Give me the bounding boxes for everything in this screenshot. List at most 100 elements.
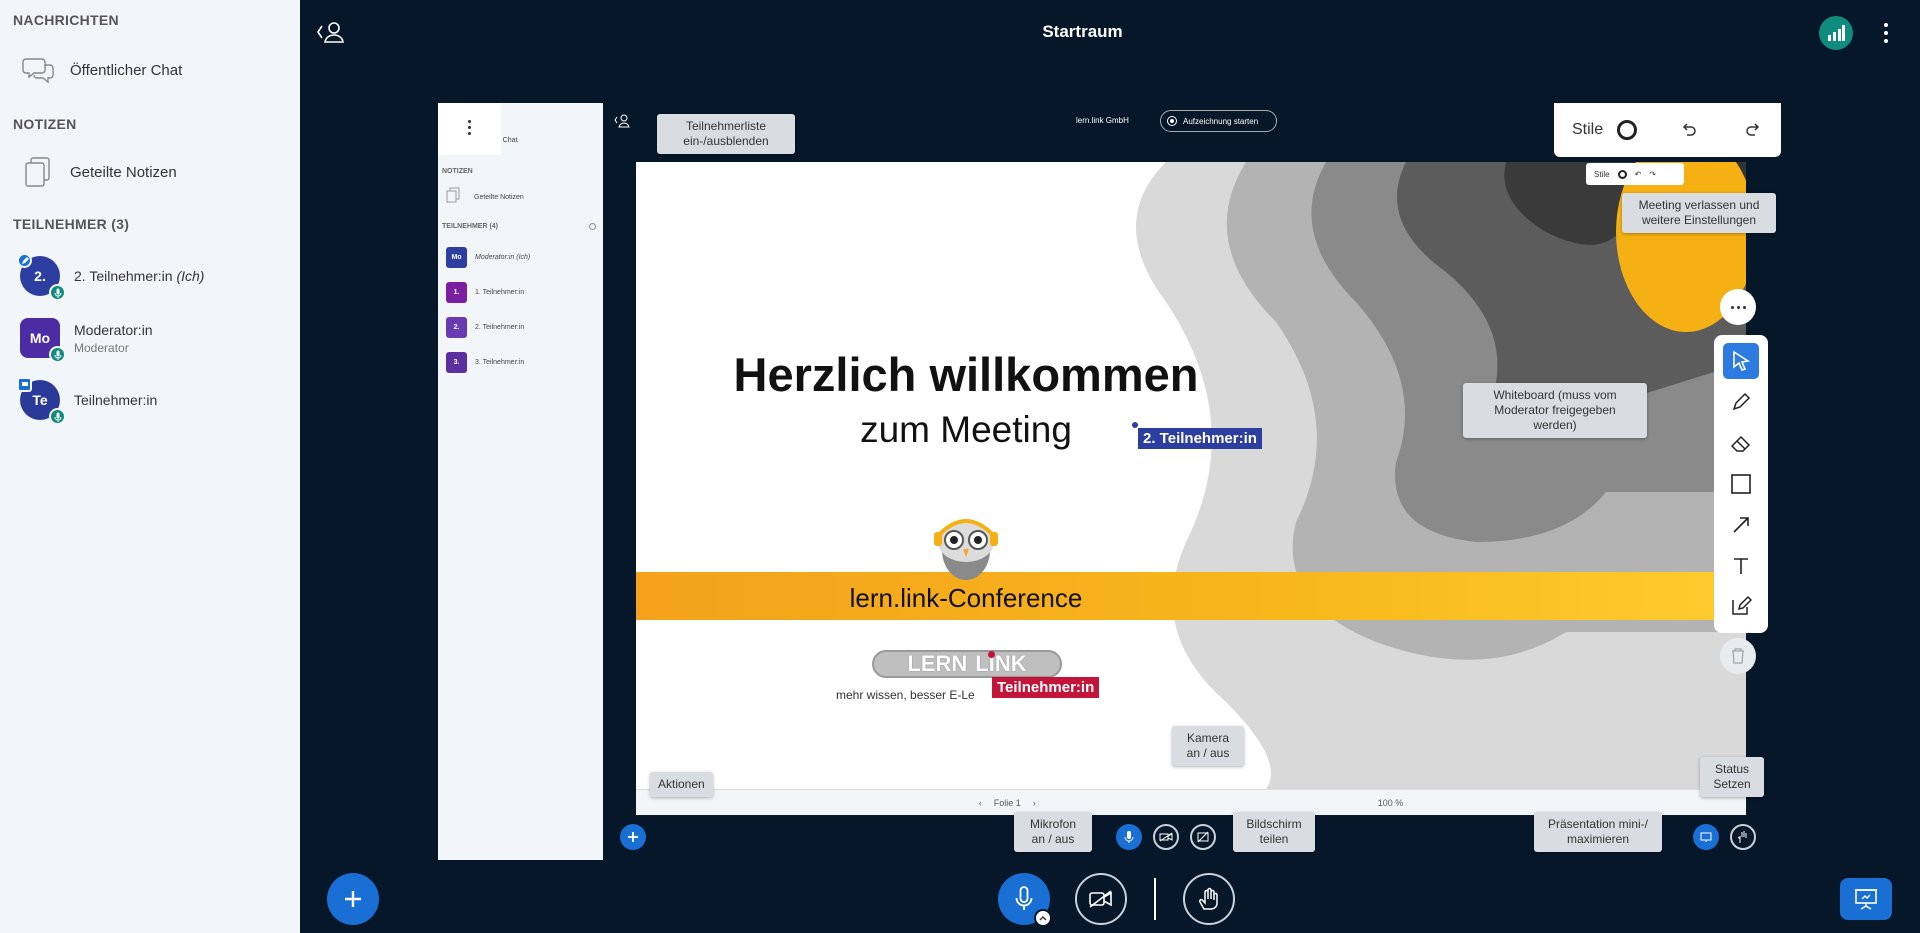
mini-avatar-initials: 3. <box>453 359 460 366</box>
mini-status-button <box>1730 824 1756 850</box>
tooltip-presentation: Präsentation mini-/ maximieren <box>1534 812 1662 852</box>
notes-icon <box>20 154 56 190</box>
conference-name: lern.link-Conference <box>849 583 1083 613</box>
mini-stroke-icon <box>1617 169 1627 179</box>
tooltip-screenshare: Bildschirm teilen <box>1233 812 1315 852</box>
tooltip-actions: Aktionen <box>650 772 713 797</box>
mini-notes-header: NOTIZEN <box>442 168 473 175</box>
tooltip-status: Status Setzen <box>1700 757 1764 797</box>
mini-avatar: 1. <box>446 282 467 303</box>
whiteboard-toolbar <box>1714 335 1768 633</box>
mini-user-name: 1. Teilnehmer:in <box>475 289 525 296</box>
logo-right-text: LINK <box>975 651 1027 676</box>
mini-avatar-initials: 2. <box>453 324 460 331</box>
user-name: Teilnehmer:in <box>74 392 158 408</box>
zoom-level: 100 % <box>1377 797 1404 808</box>
raise-hand-button[interactable] <box>1183 873 1235 925</box>
eraser-tool[interactable] <box>1723 425 1759 461</box>
user-list-item[interactable]: 2. 2. Teilnehmer:in (Ich) <box>0 248 300 304</box>
mini-avatar: 2. <box>446 317 467 338</box>
rectangle-icon <box>1731 474 1751 494</box>
shared-notes-label: Geteilte Notizen <box>70 163 177 181</box>
toolbar-divider <box>1154 878 1156 920</box>
tooltip-mic: Mikrofon an / aus <box>1014 812 1092 852</box>
prev-slide-icon[interactable]: ‹ <box>979 798 982 808</box>
mini-actions-button <box>620 824 646 850</box>
logo-tagline: mehr wissen, besser E-Le <box>836 688 975 702</box>
next-slide-icon[interactable]: › <box>1033 798 1036 808</box>
mini-camera-button <box>1153 824 1179 850</box>
camera-off-icon <box>1159 832 1173 842</box>
logo-left-text: LERN <box>907 651 968 676</box>
hand-icon <box>1737 831 1747 843</box>
cursor-arrow-icon <box>1733 350 1751 372</box>
stroke-style-icon[interactable] <box>1617 120 1638 140</box>
self-tag: (Ich) <box>176 268 205 284</box>
mini-participants-header: TEILNEHMER (4) <box>442 223 498 230</box>
whiteboard-delete-button[interactable] <box>1720 638 1756 674</box>
signal-bars-icon <box>1828 25 1845 41</box>
actions-button[interactable] <box>327 873 379 925</box>
whiteboard-more-button[interactable] <box>1720 289 1756 325</box>
avatar-initials: Te <box>32 392 48 408</box>
pencil-icon <box>1732 393 1751 411</box>
user-list-item[interactable]: Mo Moderator:in Moderator <box>0 310 300 366</box>
mini-avatar-initials: Mo <box>451 254 462 261</box>
tooltip-leave-meeting: Meeting verlassen und weitere Einstellun… <box>1622 193 1776 233</box>
mini-screenshare-button <box>1190 824 1216 850</box>
mini-user-icon <box>614 114 630 128</box>
mini-avatar-initials: 1. <box>453 289 460 296</box>
audio-settings-icon[interactable] <box>1034 909 1052 927</box>
arrow-tool[interactable] <box>1723 507 1759 543</box>
notes-header: NOTIZEN <box>13 116 77 132</box>
rectangle-tool[interactable] <box>1723 466 1759 502</box>
text-tool[interactable] <box>1723 548 1759 584</box>
options-menu-button[interactable] <box>1876 17 1896 49</box>
record-icon <box>1167 116 1177 126</box>
participants-header: TEILNEHMER (3) <box>13 216 130 232</box>
owl-mascot-icon <box>934 519 998 580</box>
user-name-text: Moderator:in <box>74 321 153 338</box>
slide-select[interactable]: Folie 1 <box>994 798 1021 808</box>
presentation-toggle-button[interactable] <box>1840 878 1892 920</box>
mini-gear-icon <box>588 222 597 231</box>
note-tool[interactable] <box>1723 588 1759 624</box>
microphone-button[interactable] <box>998 873 1052 927</box>
mini-menu-button[interactable] <box>438 103 501 155</box>
mini-presentation-button <box>1693 824 1719 850</box>
tooltip-camera: Kamera an / aus <box>1172 726 1244 766</box>
slide-title: Herzlich willkommen <box>733 348 1199 401</box>
mini-record-button: Aufzeichnung starten <box>1160 110 1277 132</box>
microphone-icon <box>49 408 66 425</box>
avatar: 2. <box>17 253 66 301</box>
hand-icon <box>1199 887 1218 910</box>
slide-background-art <box>1136 162 1746 789</box>
pencil-tool[interactable] <box>1723 384 1759 420</box>
select-tool[interactable] <box>1723 343 1759 380</box>
embedded-sidebar: licher Chat NOTIZEN Geteilte Notizen TEI… <box>438 103 603 860</box>
mini-undo-icon: ↶ <box>1634 169 1642 179</box>
shared-notes-item[interactable]: Geteilte Notizen <box>0 150 300 194</box>
user-name-text: 2. Teilnehmer:in <box>74 268 173 284</box>
screen-share-off-icon <box>1197 831 1209 843</box>
undo-icon[interactable] <box>1681 122 1697 138</box>
user-list-sidebar: NACHRICHTEN Öffentlicher Chat NOTIZEN Ge… <box>0 0 300 933</box>
microphone-icon <box>1124 831 1134 843</box>
user-name: 2. Teilnehmer:in (Ich) <box>74 268 204 284</box>
mini-redo-icon: ↷ <box>1649 169 1656 179</box>
public-chat-item[interactable]: Öffentlicher Chat <box>0 48 300 92</box>
mini-record-label: Aufzeichnung starten <box>1183 116 1259 126</box>
plus-icon <box>628 832 638 842</box>
mini-mic-button <box>1116 824 1142 850</box>
user-list-item[interactable]: Te Teilnehmer:in <box>0 372 300 428</box>
room-title: Startraum <box>1042 22 1123 41</box>
avatar: Mo <box>20 318 66 363</box>
public-chat-label: Öffentlicher Chat <box>70 61 183 79</box>
whiteboard-styles-panel: Stile <box>1554 103 1781 157</box>
connection-status-button[interactable] <box>1819 16 1853 50</box>
redo-icon[interactable] <box>1745 122 1761 138</box>
camera-button[interactable] <box>1075 873 1127 925</box>
avatar: Te <box>17 377 66 425</box>
user-name: Moderator:in Moderator <box>74 322 153 355</box>
microphone-icon <box>49 346 66 363</box>
